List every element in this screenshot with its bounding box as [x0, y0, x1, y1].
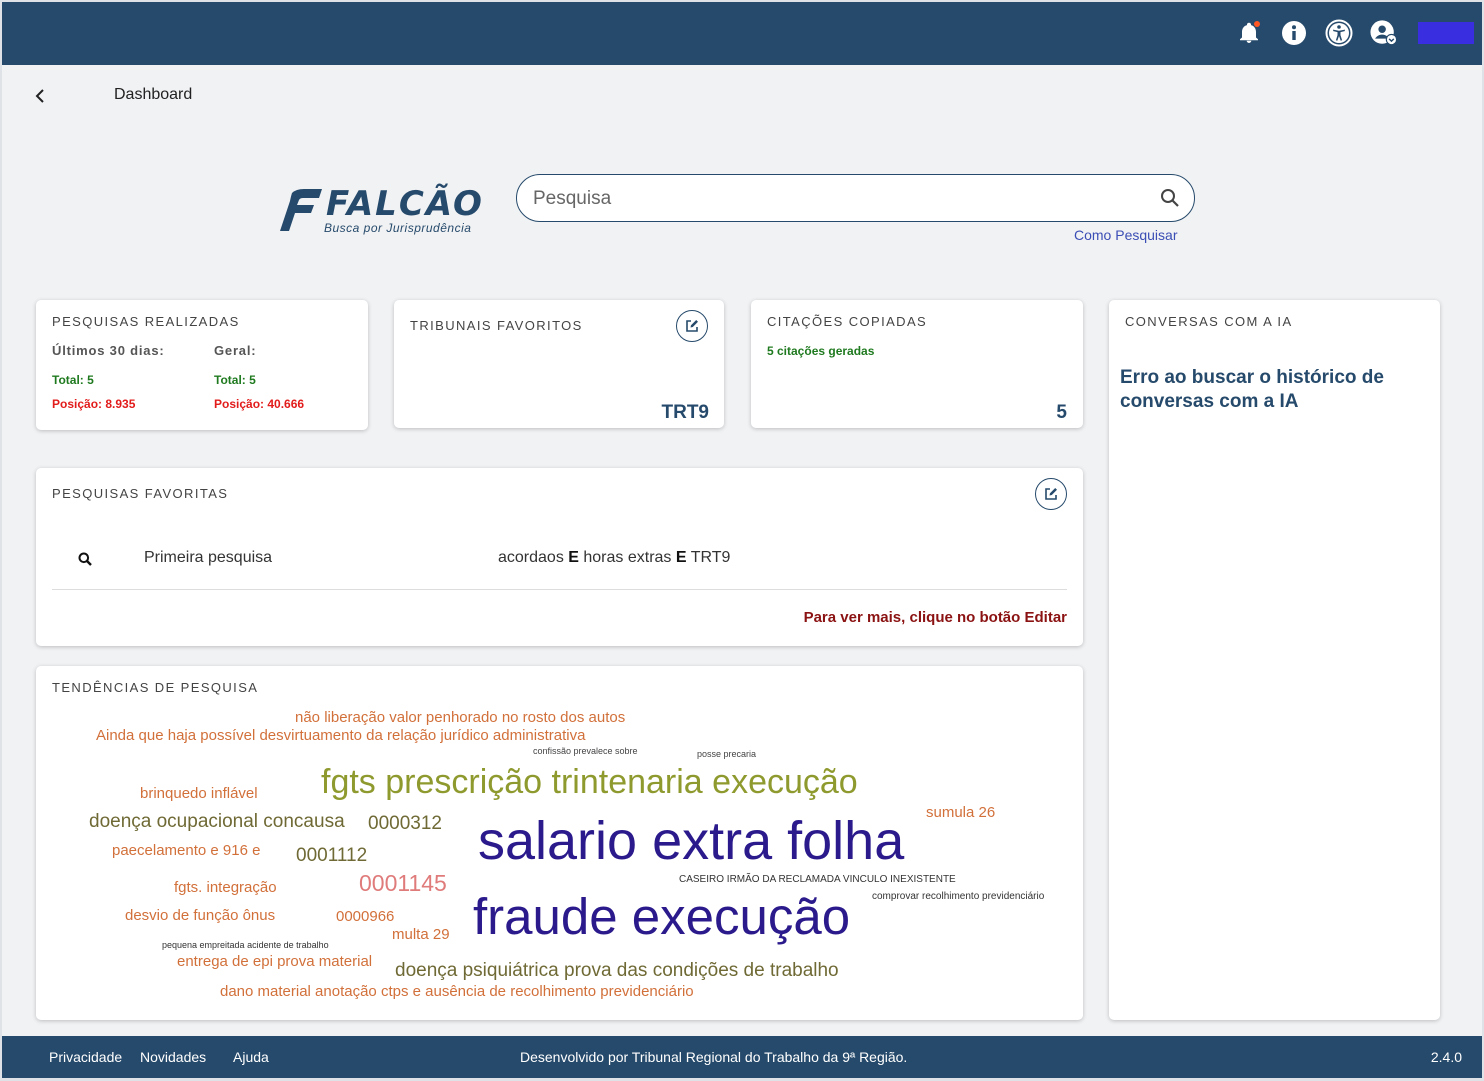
chevron-left-icon: [35, 89, 44, 103]
top-bar: [2, 2, 1482, 65]
trend-word[interactable]: doença ocupacional concausa: [89, 812, 345, 831]
trend-word[interactable]: fgts. integração: [174, 880, 277, 895]
app-version: 2.4.0: [1430, 1049, 1462, 1065]
trend-word[interactable]: posse precaria: [697, 750, 756, 759]
searches-stats-card: PESQUISAS REALIZADAS Últimos 30 dias: To…: [36, 300, 368, 430]
edit-icon: [686, 320, 698, 332]
card-title: TENDÊNCIAS DE PESQUISA: [52, 680, 259, 695]
trend-word[interactable]: Ainda que haja possível desvirtuamento d…: [96, 728, 585, 743]
trend-word[interactable]: comprovar recolhimento previdenciário: [872, 892, 1044, 902]
last-30-days-total: Total: 5: [52, 373, 94, 387]
search-icon: [78, 552, 92, 571]
trend-word[interactable]: salario extra folha: [478, 814, 904, 868]
citations-generated: 5 citações geradas: [767, 344, 875, 358]
card-title: PESQUISAS FAVORITAS: [52, 486, 229, 501]
favorite-search-name[interactable]: Primeira pesquisa: [144, 549, 272, 567]
trend-word[interactable]: brinquedo inflável: [140, 786, 258, 801]
falcao-logo-icon: [280, 189, 322, 231]
general-total: Total: 5: [214, 373, 256, 387]
last-30-days-label: Últimos 30 dias:: [52, 343, 165, 358]
accessibility-icon[interactable]: [1325, 19, 1353, 47]
app-window: Dashboard FALCÃO Busca por Jurisprudênci…: [2, 2, 1482, 1078]
general-label: Geral:: [214, 343, 257, 358]
how-to-search-link[interactable]: Como Pesquisar: [1074, 227, 1178, 243]
edit-favorites-button[interactable]: [1035, 478, 1067, 510]
trend-word[interactable]: fraude execução: [473, 891, 850, 942]
account-icon[interactable]: [1370, 19, 1398, 47]
back-button[interactable]: [30, 86, 50, 106]
help-link[interactable]: Ajuda: [233, 1049, 269, 1065]
trend-word[interactable]: desvio de função ônus: [125, 908, 275, 923]
trend-word[interactable]: 0000966: [336, 909, 394, 924]
news-link[interactable]: Novidades: [140, 1049, 206, 1065]
footer-credit: Desenvolvido por Tribunal Regional do Tr…: [520, 1049, 908, 1065]
trend-word[interactable]: dano material anotação ctps e ausência d…: [220, 984, 694, 999]
search-icon[interactable]: [1160, 188, 1180, 213]
logo-name: FALCÃO: [326, 184, 484, 224]
user-name-badge[interactable]: [1418, 22, 1474, 44]
edit-icon: [1045, 488, 1057, 500]
see-more-hint: Para ver mais, clique no botão Editar: [803, 609, 1067, 626]
citations-card: CITAÇÕES COPIADAS 5 citações geradas 5: [751, 300, 1083, 428]
info-icon[interactable]: [1280, 19, 1308, 47]
card-title: TRIBUNAIS FAVORITOS: [410, 318, 583, 333]
trend-word[interactable]: 0001112: [296, 846, 367, 865]
trend-word[interactable]: 0000312: [368, 814, 442, 833]
search-input[interactable]: [533, 185, 1133, 213]
favorite-searches-card: PESQUISAS FAVORITAS Primeira pesquisa ac…: [36, 468, 1083, 646]
card-title: CONVERSAS COM A IA: [1125, 314, 1293, 329]
trend-word[interactable]: pequena empreitada acidente de trabalho: [162, 941, 329, 950]
favorite-courts-card: TRIBUNAIS FAVORITOS TRT9: [394, 300, 724, 428]
edit-courts-button[interactable]: [676, 310, 708, 342]
trend-word[interactable]: confissão prevalece sobre: [533, 747, 638, 756]
general-position: Posição: 40.666: [214, 397, 305, 411]
falcao-logo: FALCÃO Busca por Jurisprudência: [280, 185, 490, 239]
ai-error-message: Erro ao buscar o histórico de conversas …: [1120, 367, 1384, 412]
logo-subtitle: Busca por Jurisprudência: [324, 221, 472, 235]
trend-word[interactable]: fgts prescrição trintenaria execução: [321, 765, 858, 799]
trend-word[interactable]: 0001145: [359, 872, 447, 895]
last-30-days-position: Posição: 8.935: [52, 397, 136, 411]
favorite-search-row[interactable]: Primeira pesquisa acordaos E horas extra…: [52, 540, 1067, 590]
privacy-link[interactable]: Privacidade: [49, 1049, 122, 1065]
search-trends-card: TENDÊNCIAS DE PESQUISA não liberação val…: [36, 666, 1083, 1020]
bell-icon[interactable]: [1235, 19, 1263, 47]
notification-dot: [1254, 21, 1260, 27]
ai-conversations-card: CONVERSAS COM A IA Erro ao buscar o hist…: [1109, 300, 1440, 1020]
trend-word[interactable]: doença psiquiátrica prova das condições …: [395, 961, 839, 980]
card-title: CITAÇÕES COPIADAS: [767, 314, 928, 329]
footer: Privacidade Novidades Ajuda Desenvolvido…: [2, 1036, 1482, 1078]
favorite-search-query: acordaos E horas extras E TRT9: [498, 549, 731, 566]
citations-count: 5: [1056, 402, 1067, 423]
page-title: Dashboard: [114, 86, 193, 103]
card-title: PESQUISAS REALIZADAS: [52, 314, 240, 329]
trend-word[interactable]: paecelamento e 916 e: [112, 843, 260, 858]
trend-word[interactable]: sumula 26: [926, 805, 995, 820]
search-box: [516, 174, 1195, 222]
trend-word[interactable]: CASEIRO IRMÃO DA RECLAMADA VINCULO INEXI…: [679, 875, 956, 885]
trend-word[interactable]: não liberação valor penhorado no rosto d…: [295, 710, 625, 725]
favorite-court-value: TRT9: [661, 402, 710, 423]
trend-word[interactable]: entrega de epi prova material: [177, 954, 372, 969]
trend-word[interactable]: multa 29: [392, 927, 450, 942]
top-bar-actions: [1218, 19, 1474, 47]
